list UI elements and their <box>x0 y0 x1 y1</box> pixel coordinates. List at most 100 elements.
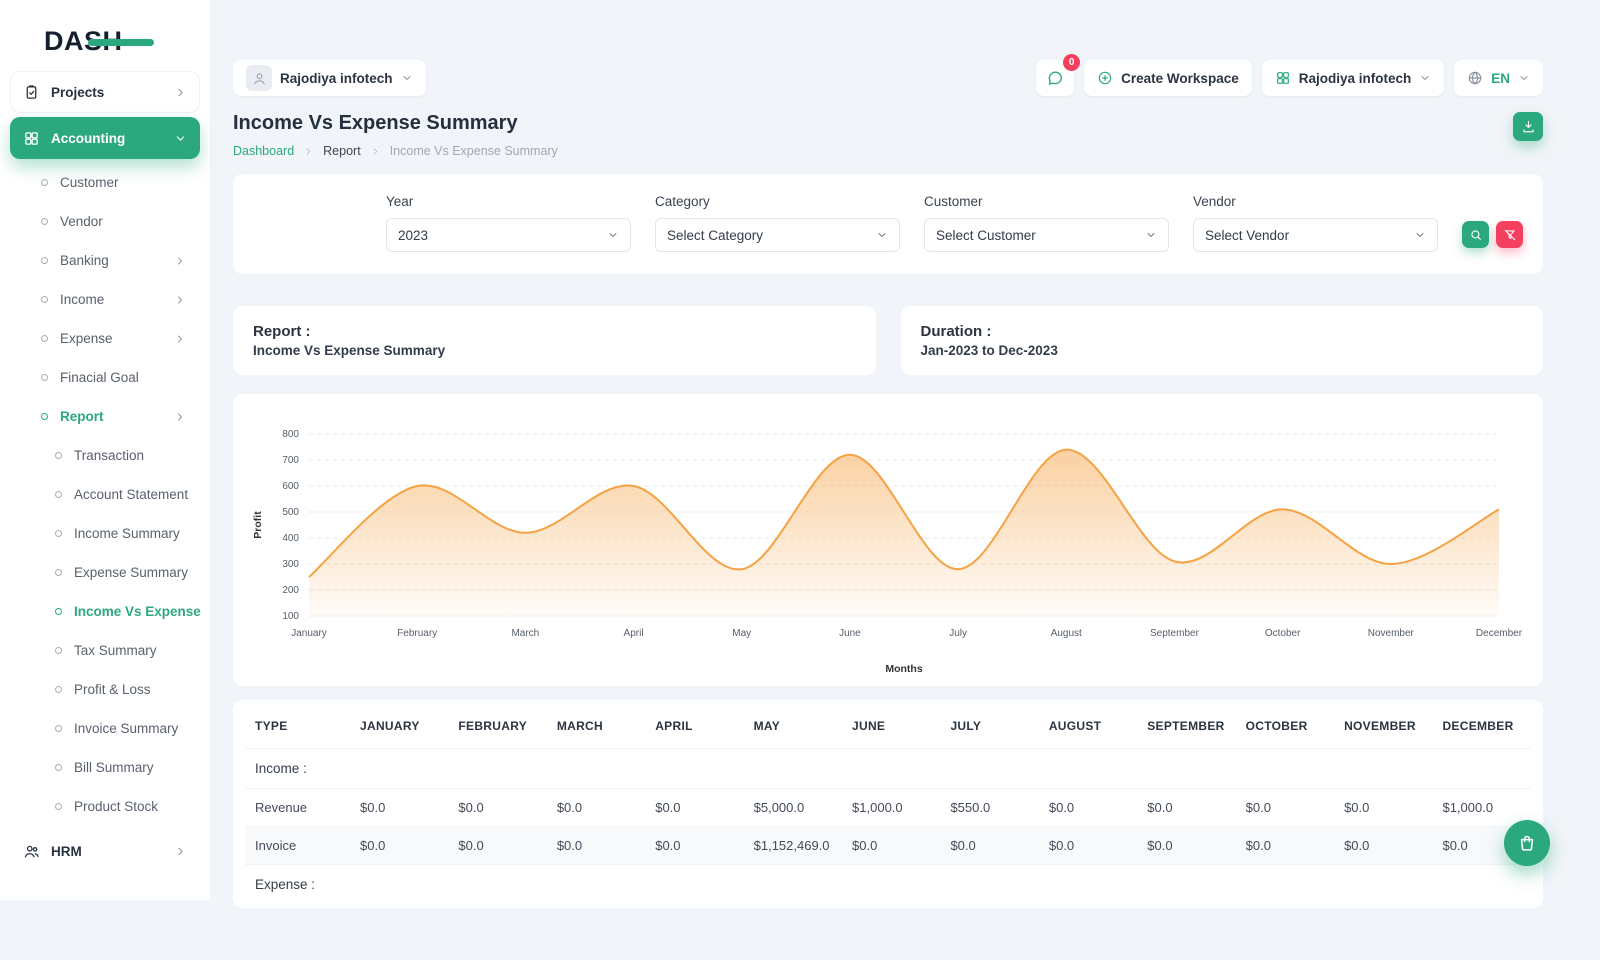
bullet-icon <box>55 803 62 810</box>
account-dropdown[interactable]: Rajodiya infotech <box>1262 60 1445 96</box>
table-row-revenue: Revenue$0.0$0.0$0.0$0.0$5,000.0$1,000.0$… <box>245 789 1531 827</box>
chevron-right <box>174 845 187 858</box>
sidebar-item-hrm[interactable]: HRM <box>10 830 200 872</box>
row-value: $0.0 <box>1236 789 1334 827</box>
sidebar-item-account-statement[interactable]: Account Statement <box>0 475 210 514</box>
language-dropdown[interactable]: EN <box>1454 60 1543 96</box>
sidebar-item-invoice-summary[interactable]: Invoice Summary <box>0 709 210 748</box>
customer-select[interactable]: Select Customer <box>924 218 1169 252</box>
table-header-march: MARCH <box>547 704 645 749</box>
sidebar-item-income-vs-expense[interactable]: Income Vs Expense <box>0 592 210 631</box>
sidebar-item-report[interactable]: Report <box>0 397 210 436</box>
messages-button[interactable]: 0 <box>1036 60 1074 96</box>
svg-text:December: December <box>1476 628 1523 639</box>
bullet-icon <box>55 530 62 537</box>
customer-select-value: Select Customer <box>936 228 1036 243</box>
sidebar-item-bill-summary[interactable]: Bill Summary <box>0 748 210 787</box>
income-expense-table: TYPEJANUARYFEBRUARYMARCHAPRILMAYJUNEJULY… <box>245 704 1531 904</box>
svg-text:April: April <box>624 628 644 639</box>
row-value: $0.0 <box>842 827 940 865</box>
vendor-select[interactable]: Select Vendor <box>1193 218 1438 252</box>
reset-filter-button[interactable] <box>1496 221 1523 248</box>
sidebar-item-vendor[interactable]: Vendor <box>0 202 210 241</box>
app-logo[interactable]: DASH <box>44 26 174 57</box>
sidebar-item-profit-loss[interactable]: Profit & Loss <box>0 670 210 709</box>
chevron-right <box>174 86 187 99</box>
globe-icon <box>1467 70 1483 86</box>
table-section-expense: Expense : <box>245 865 1531 905</box>
create-workspace-button[interactable]: Create Workspace <box>1084 60 1252 96</box>
workspace-selector[interactable]: Rajodiya infotech <box>233 60 426 96</box>
sidebar-item-projects[interactable]: Projects <box>10 71 200 113</box>
users-icon <box>23 843 40 860</box>
row-value: $0.0 <box>1039 789 1137 827</box>
sidebar-item-tax-summary[interactable]: Tax Summary <box>0 631 210 670</box>
breadcrumb-item-income-vs-expense-summary: Income Vs Expense Summary <box>390 144 558 158</box>
sidebar-item-transaction[interactable]: Transaction <box>0 436 210 475</box>
filter-field-category: CategorySelect Category <box>655 194 900 252</box>
row-type: Revenue <box>245 789 350 827</box>
row-value: $0.0 <box>1137 827 1235 865</box>
row-value: $0.0 <box>1039 827 1137 865</box>
table-header-january: JANUARY <box>350 704 448 749</box>
person-icon <box>252 71 267 86</box>
breadcrumb-item-dashboard[interactable]: Dashboard <box>233 144 294 158</box>
bullet-icon <box>55 764 62 771</box>
bullet-icon <box>55 491 62 498</box>
report-card-value: Income Vs Expense Summary <box>253 343 856 358</box>
plus-circle-icon <box>1097 70 1113 86</box>
sidebar-item-expense-summary[interactable]: Expense Summary <box>0 553 210 592</box>
filter-field-vendor: Vendor Select Vendor <box>1193 194 1438 252</box>
row-value: $0.0 <box>645 789 743 827</box>
download-icon <box>1521 119 1536 134</box>
breadcrumb-item-report[interactable]: Report <box>323 144 361 158</box>
sidebar-item-label: Profit & Loss <box>74 682 151 697</box>
filter-label-customer: Customer <box>924 194 1169 209</box>
svg-text:200: 200 <box>282 585 299 596</box>
sidebar-item-label: Income Summary <box>74 526 180 541</box>
apply-filter-button[interactable] <box>1462 221 1489 248</box>
chevron-down <box>1145 229 1157 241</box>
row-value: $0.0 <box>350 827 448 865</box>
chevron-down <box>607 229 619 241</box>
avatar <box>246 65 272 91</box>
filter-label-vendor: Vendor <box>1193 194 1438 209</box>
chevron-down-icon <box>1518 72 1530 84</box>
bullet-icon <box>55 608 62 615</box>
report-card-label: Report : <box>253 323 856 340</box>
bullet-icon <box>55 452 62 459</box>
sidebar-item-customer[interactable]: Customer <box>0 163 210 202</box>
bullet-icon <box>55 686 62 693</box>
sidebar-item-banking[interactable]: Banking <box>0 241 210 280</box>
category-select[interactable]: Select Category <box>655 218 900 252</box>
table-header-february: FEBRUARY <box>448 704 546 749</box>
sidebar-nav: ProjectsAccounting Customer VendorBanking I… <box>0 71 210 872</box>
download-button[interactable] <box>1513 112 1543 141</box>
category-select-value: Select Category <box>667 228 763 243</box>
svg-text:July: July <box>949 628 967 639</box>
bullet-icon <box>55 647 62 654</box>
filter-actions <box>1462 221 1523 248</box>
sidebar-item-label: Income <box>60 292 104 307</box>
year-select[interactable]: 2023 <box>386 218 631 252</box>
table-header-september: SEPTEMBER <box>1137 704 1235 749</box>
svg-text:September: September <box>1150 628 1200 639</box>
filter-label-year: Year <box>386 194 631 209</box>
sidebar-item-product-stock[interactable]: Product Stock <box>0 787 210 826</box>
sidebar-item-label: HRM <box>51 844 82 859</box>
sidebar-item-label: Customer <box>60 175 119 190</box>
cart-fab[interactable] <box>1504 820 1550 866</box>
sidebar-item-income-summary[interactable]: Income Summary <box>0 514 210 553</box>
bullet-icon <box>41 218 48 225</box>
bullet-icon <box>55 725 62 732</box>
table-header-may: MAY <box>744 704 842 749</box>
sidebar-item-finacial-goal[interactable]: Finacial Goal <box>0 358 210 397</box>
sidebar-item-expense[interactable]: Expense <box>0 319 210 358</box>
sidebar-item-income[interactable]: Income <box>0 280 210 319</box>
page-head: Income Vs Expense Summary Dashboard Repor… <box>233 112 1543 158</box>
bag-icon <box>1517 833 1537 853</box>
sidebar-item-accounting[interactable]: Accounting <box>10 117 200 159</box>
bullet-icon <box>55 569 62 576</box>
chevron-down <box>1414 229 1426 241</box>
duration-card-value: Jan-2023 to Dec-2023 <box>921 343 1524 358</box>
